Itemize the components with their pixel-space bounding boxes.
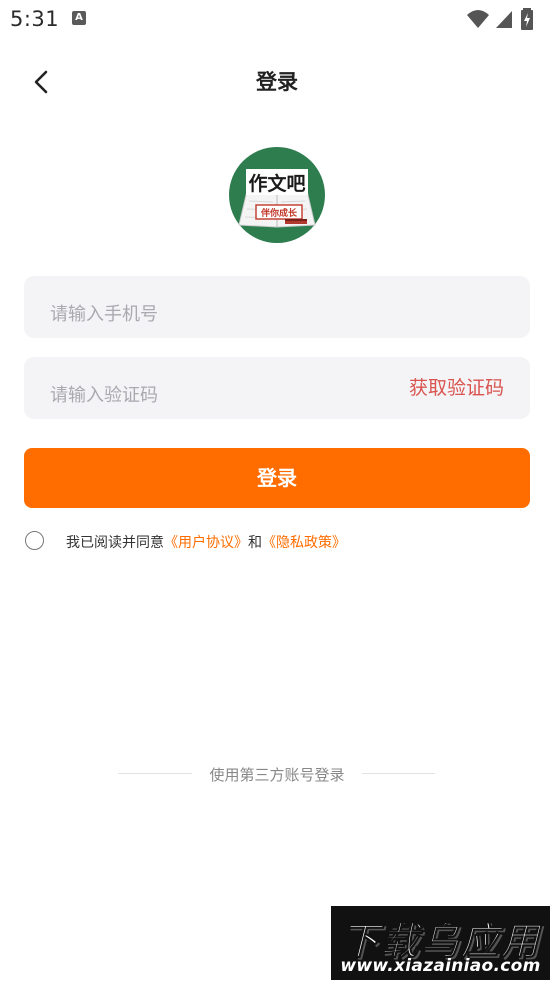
status-time: 5:31 <box>10 7 60 31</box>
page-title: 登录 <box>256 70 298 94</box>
verification-code-field[interactable]: 获取验证码 <box>24 357 530 426</box>
watermark-logo: 下载乌应用 www.xiazainiao.com <box>331 906 550 980</box>
login-button[interactable]: 登录 <box>24 448 530 508</box>
get-code-button[interactable]: 获取验证码 <box>409 357 504 419</box>
agreement-radio[interactable] <box>25 531 44 550</box>
phone-input[interactable] <box>50 283 510 345</box>
battery-charging-icon <box>521 8 533 30</box>
privacy-policy-link[interactable]: 《隐私政策》 <box>262 535 346 551</box>
third-party-login-label: 使用第三方账号登录 <box>209 766 345 784</box>
status-bar: 5:31 A <box>0 0 554 40</box>
a-icon: A <box>72 11 86 25</box>
watermark-url: www.xiazainiao.com <box>340 956 541 976</box>
logo-title: 作文吧 <box>248 172 305 195</box>
divider-right <box>362 773 435 774</box>
user-agreement-link[interactable]: 《用户协议》 <box>164 535 248 551</box>
phone-field[interactable] <box>24 276 530 345</box>
logo-slogan: 伴你成长 <box>260 207 298 219</box>
agreement-prefix: 我已阅读并同意 <box>66 535 164 551</box>
verification-code-input[interactable] <box>50 364 380 426</box>
wifi-icon <box>467 10 489 28</box>
agreement-text: 我已阅读并同意《用户协议》和《隐私政策》 <box>66 532 346 552</box>
agreement-and: 和 <box>248 535 262 551</box>
signal-icon <box>496 11 512 28</box>
app-logo: 作文吧 伴你成长 <box>229 147 325 243</box>
divider-left <box>118 773 192 774</box>
status-icons <box>466 7 546 31</box>
